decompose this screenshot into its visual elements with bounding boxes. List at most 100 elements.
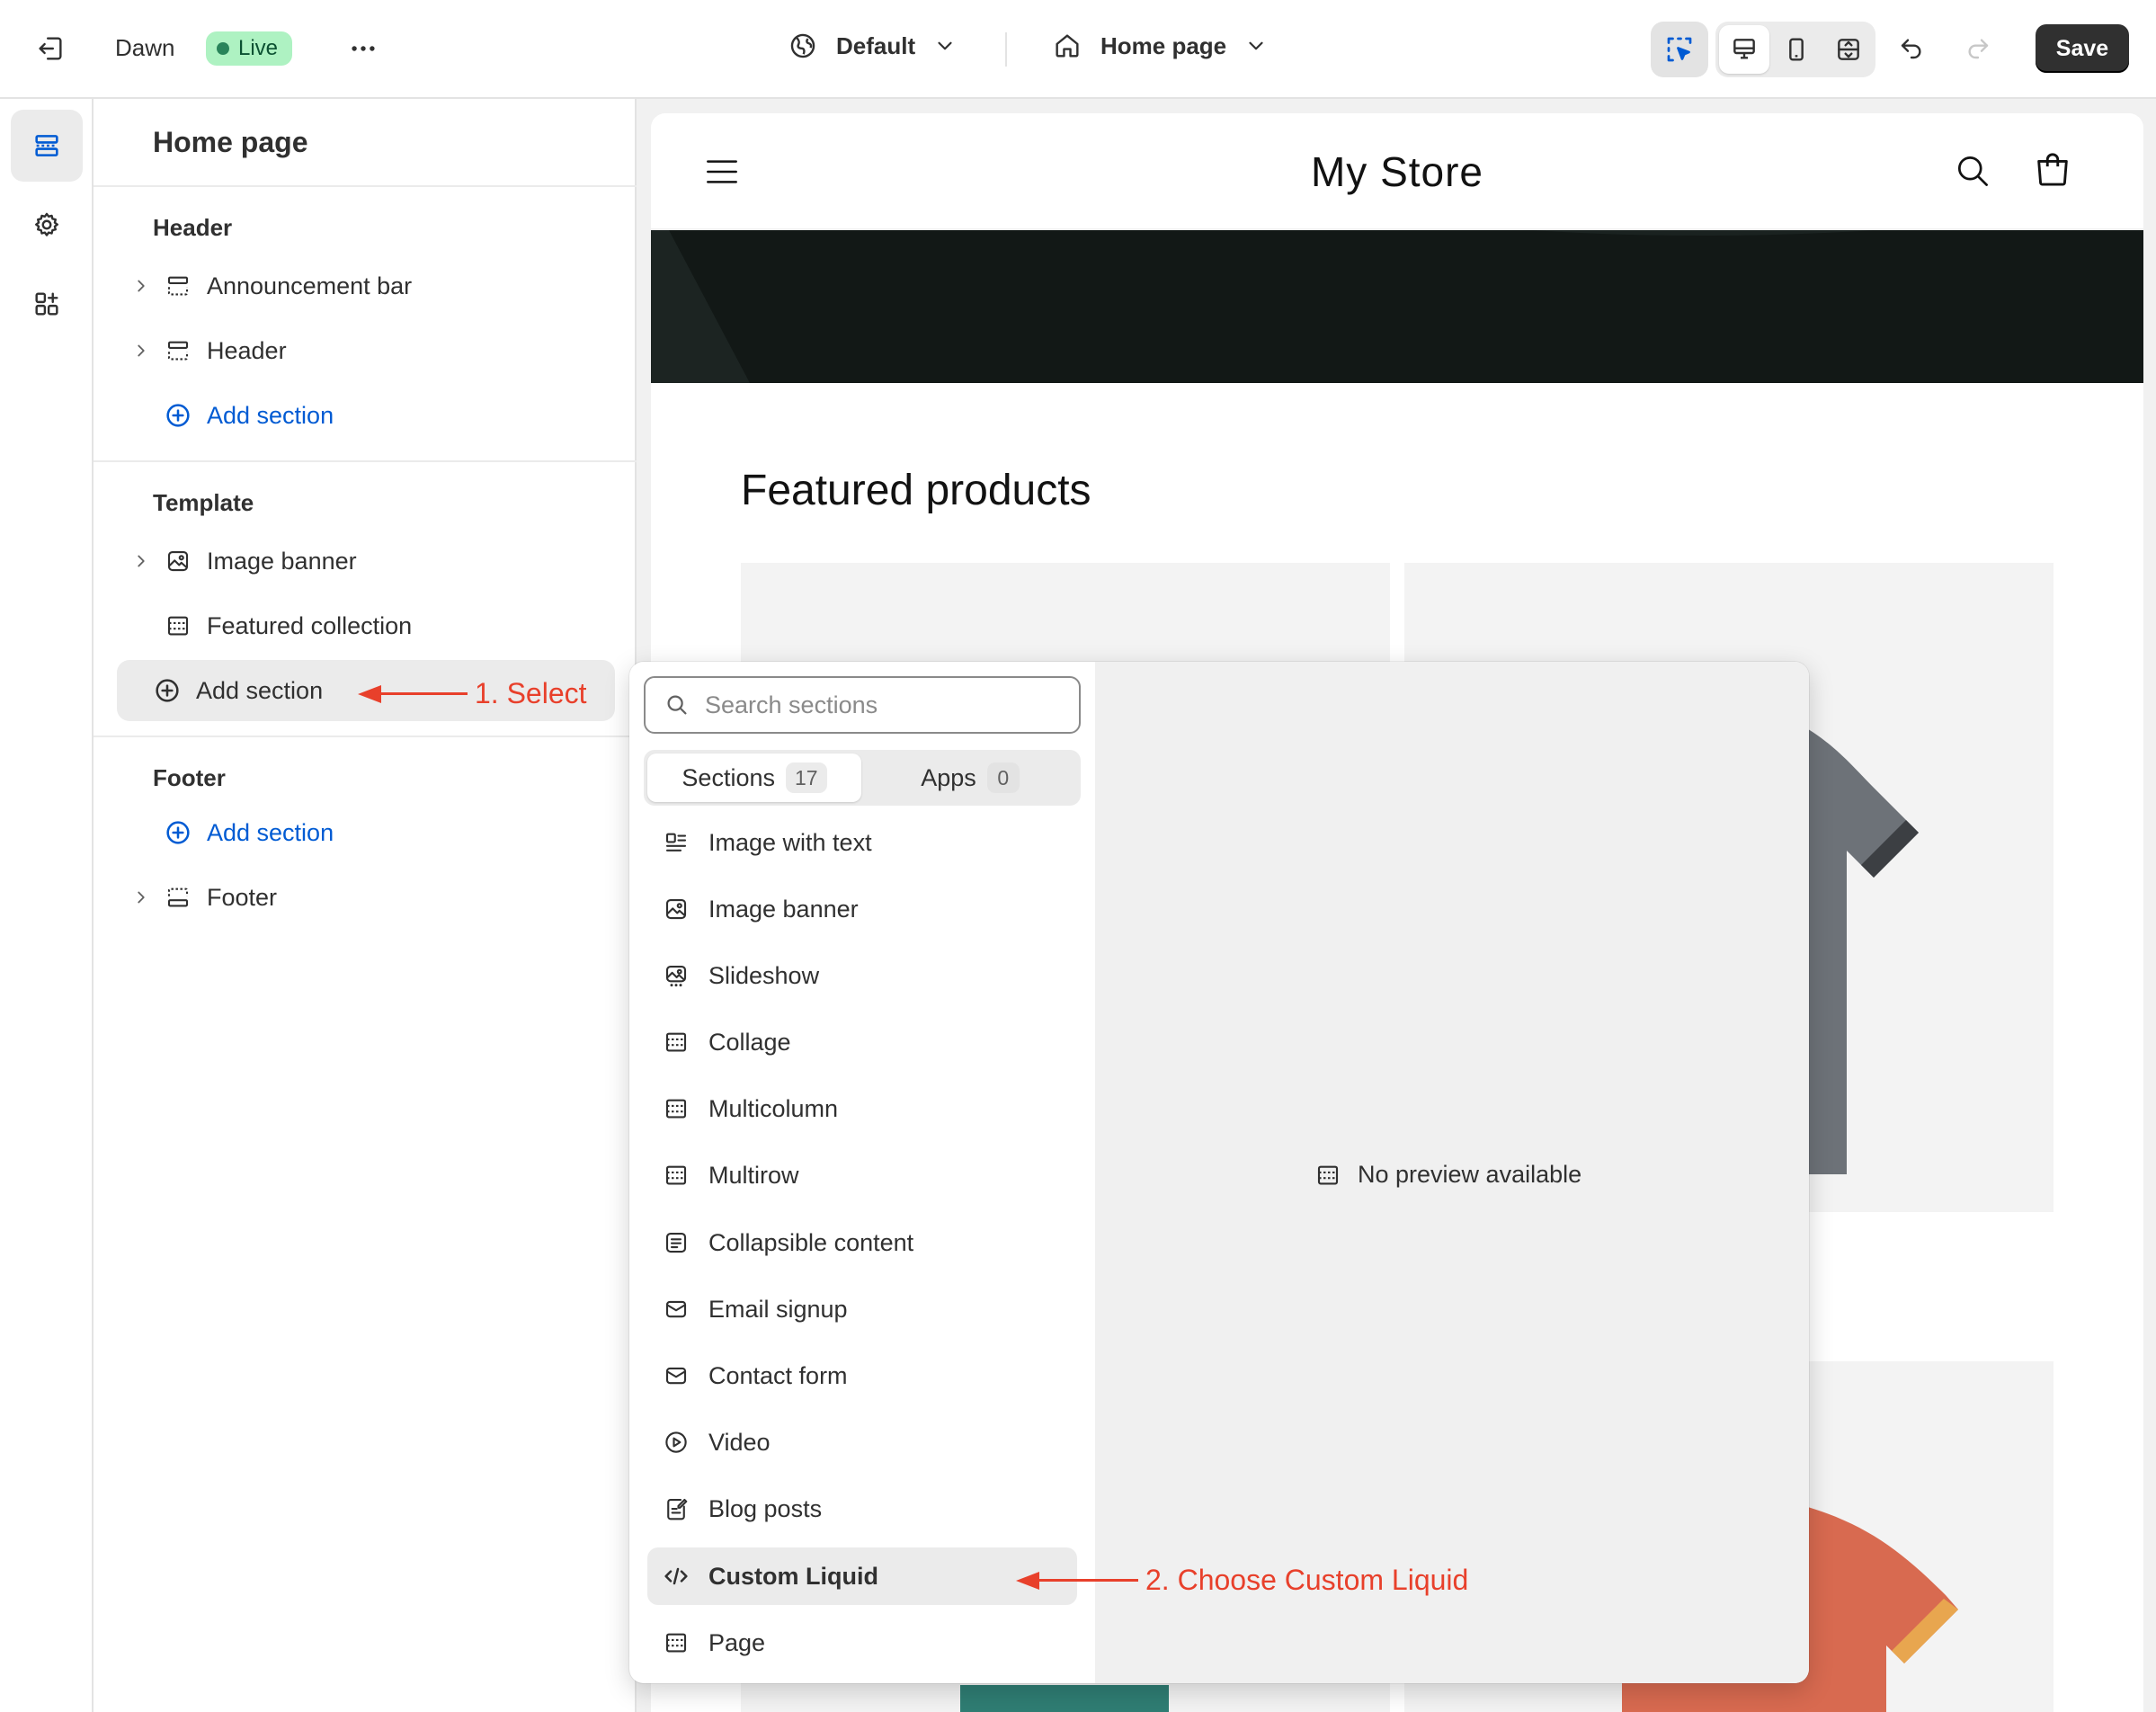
redo-icon [1968, 39, 1989, 59]
live-status-label: Live [238, 36, 279, 60]
tree-item-header[interactable]: Header [129, 322, 615, 379]
email-icon [662, 1295, 690, 1324]
product-teal-illustration [960, 1685, 1169, 1712]
add-section-header-button[interactable]: Add section [129, 387, 615, 444]
tree-item-image-banner[interactable]: Image banner [129, 532, 615, 590]
slideshow-icon [662, 961, 690, 990]
section-icon [662, 1028, 690, 1057]
more-actions-button[interactable] [338, 23, 388, 74]
save-button[interactable]: Save [2036, 24, 2129, 73]
page-selector-label: Home page [1100, 31, 1227, 59]
no-preview-label: No preview available [1358, 1161, 1582, 1188]
section-option-custom-liquid[interactable]: Custom Liquid [647, 1547, 1077, 1605]
section-option-page[interactable]: Page [647, 1614, 1077, 1672]
tree-item-footer[interactable]: Footer [129, 869, 615, 926]
chevron-right-icon[interactable] [129, 339, 153, 362]
tab-sections[interactable]: Sections 17 [647, 753, 861, 802]
tree-item-label: Footer [207, 883, 278, 911]
section-option-multirow[interactable]: Multirow [647, 1146, 1077, 1204]
apps-icon [35, 292, 58, 316]
tree-item-featured-collection[interactable]: Featured collection [129, 597, 615, 655]
section-option-contact-form[interactable]: Contact form [647, 1347, 1077, 1404]
chevron-right-icon[interactable] [129, 549, 153, 573]
cart-icon[interactable] [2032, 149, 2073, 191]
tree-item-announcement-bar[interactable]: Announcement bar [129, 257, 615, 315]
search-icon[interactable] [1953, 151, 1992, 191]
desktop-view-button[interactable] [1719, 25, 1769, 74]
rail-sections-button[interactable] [11, 110, 83, 182]
chevron-down-icon [938, 41, 952, 50]
section-option-image-banner[interactable]: Image banner [647, 880, 1077, 938]
section-option-slideshow[interactable]: Slideshow [647, 947, 1077, 1004]
tree-item-label: Image banner [207, 547, 357, 575]
section-option-label: Multicolumn [708, 1094, 839, 1122]
sections-icon [35, 135, 58, 156]
section-icon [1317, 1165, 1339, 1184]
fullscreen-view-button[interactable] [1823, 25, 1874, 74]
group-label-template: Template [153, 489, 254, 516]
section-option-label: Video [708, 1428, 771, 1456]
tab-label: Sections [682, 763, 775, 791]
play-icon [662, 1428, 690, 1457]
annotation-line [379, 692, 468, 695]
blog-icon [662, 1494, 690, 1523]
exit-icon [39, 37, 62, 60]
section-option-image-with-text[interactable]: Image with text [647, 814, 1077, 871]
section-option-email-signup[interactable]: Email signup [647, 1280, 1077, 1338]
undo-icon [1901, 39, 1921, 59]
rail-theme-settings-button[interactable] [11, 189, 83, 261]
banner-decoration [651, 230, 1874, 383]
store-header: My Store [651, 113, 2143, 230]
plus-circle-icon [153, 676, 182, 705]
search-placeholder: Search sections [705, 691, 878, 718]
count-badge: 17 [785, 762, 827, 793]
undo-button[interactable] [1886, 23, 1937, 74]
language-label: Default [836, 31, 916, 59]
section-option-label: Blog posts [708, 1494, 823, 1522]
mobile-view-button[interactable] [1771, 25, 1822, 74]
section-option-label: Page [708, 1628, 766, 1656]
add-section-label: Add section [207, 401, 334, 429]
topbar-separator [1005, 32, 1007, 67]
desktop-icon [1733, 39, 1755, 59]
language-selector[interactable]: Default [788, 31, 957, 61]
email-icon [662, 1361, 690, 1390]
section-option-label: Custom Liquid [708, 1562, 878, 1590]
section-option-multicolumn[interactable]: Multicolumn [647, 1080, 1077, 1137]
top-bar: Dawn Live Default Home page Save [0, 0, 2156, 99]
section-option-label: Multirow [708, 1161, 799, 1189]
add-section-footer-button[interactable]: Add section [129, 804, 615, 861]
section-option-blog-posts[interactable]: Blog posts [647, 1480, 1077, 1538]
search-sections-input[interactable]: Search sections [644, 676, 1081, 734]
mobile-icon [1789, 38, 1804, 61]
chevron-right-icon[interactable] [129, 274, 153, 298]
page-selector[interactable]: Home page [1052, 31, 1268, 61]
exit-button[interactable] [25, 23, 76, 74]
globe-icon [790, 33, 815, 58]
store-name[interactable]: My Store [651, 147, 2143, 196]
section-layout-icon [164, 883, 192, 912]
section-option-collapsible-content[interactable]: Collapsible content [647, 1214, 1077, 1271]
redo-button[interactable] [1953, 23, 2003, 74]
image-icon [662, 895, 690, 923]
section-option-label: Collapsible content [708, 1228, 914, 1256]
image-with-text-icon [662, 828, 690, 857]
add-section-label: Add section [207, 818, 334, 846]
add-section-label: Add section [196, 676, 324, 704]
home-icon [1056, 34, 1079, 58]
section-option-label: Collage [708, 1028, 791, 1056]
section-option-collage[interactable]: Collage [647, 1013, 1077, 1071]
rail-apps-button[interactable] [11, 268, 83, 340]
divider [94, 736, 637, 737]
section-option-video[interactable]: Video [647, 1413, 1077, 1471]
chevron-right-icon[interactable] [129, 886, 153, 909]
group-label-footer: Footer [153, 764, 226, 791]
tab-apps[interactable]: Apps 0 [863, 753, 1077, 802]
annotation-step-1: 1. Select [356, 677, 587, 710]
tree-item-label: Announcement bar [207, 272, 413, 299]
tree-item-label: Featured collection [207, 611, 413, 639]
inspector-toggle-button[interactable] [1651, 22, 1708, 77]
tab-label: Apps [921, 763, 976, 791]
